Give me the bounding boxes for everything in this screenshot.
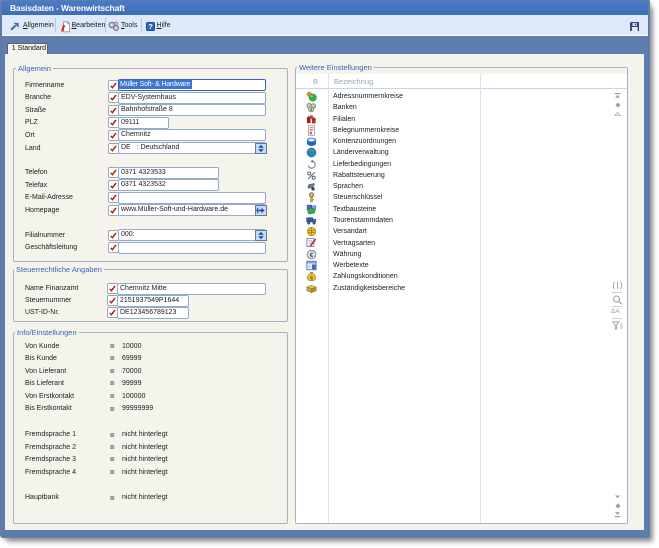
svg-text:?: ? bbox=[148, 22, 153, 31]
svg-text:€: € bbox=[309, 252, 313, 259]
